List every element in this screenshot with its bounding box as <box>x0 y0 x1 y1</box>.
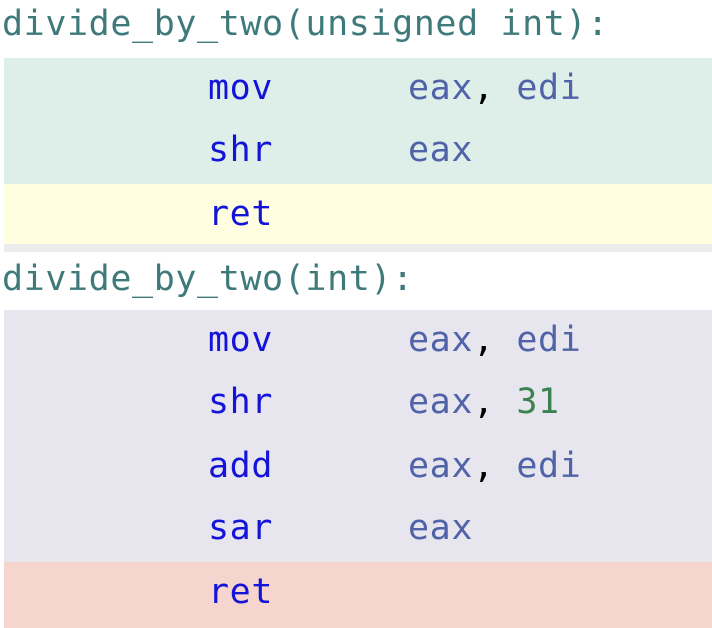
instruction-line: shr eax, 31 <box>4 372 712 434</box>
instruction-line: add eax, edi <box>4 436 712 498</box>
operands: eax <box>408 511 473 546</box>
instruction-line: ret <box>4 562 712 624</box>
instruction-line: mov eax, edi <box>4 310 712 372</box>
operand-register: eax <box>408 446 474 486</box>
operands: eax, edi <box>408 449 581 484</box>
function-label-signed: divide_by_two(int): <box>2 259 414 299</box>
operand-register: edi <box>516 446 582 486</box>
mnemonic: add <box>208 446 274 486</box>
operands: eax <box>408 133 473 168</box>
operand-register: edi <box>516 320 582 360</box>
mnemonic: sar <box>208 508 274 548</box>
operands: eax, 31 <box>408 385 560 420</box>
operand-register: eax <box>408 130 474 170</box>
function-label-unsigned: divide_by_two(unsigned int): <box>2 4 609 44</box>
operand-separator: , <box>473 382 495 422</box>
mnemonic: mov <box>208 68 274 108</box>
operand-separator: , <box>473 68 495 108</box>
operand-register: eax <box>408 68 474 108</box>
operand-register: eax <box>408 382 474 422</box>
mnemonic: ret <box>208 194 274 234</box>
instruction-line: mov eax, edi <box>4 58 712 120</box>
mnemonic: ret <box>208 572 274 612</box>
operand-immediate: 31 <box>516 382 560 422</box>
instruction-line: ret <box>4 184 712 246</box>
operands: eax, edi <box>408 71 581 106</box>
operand-separator: , <box>473 320 495 360</box>
operands: eax, edi <box>408 323 581 358</box>
instruction-line: sar eax <box>4 498 712 560</box>
mnemonic: shr <box>208 382 274 422</box>
mnemonic: mov <box>208 320 274 360</box>
operand-register: eax <box>408 320 474 360</box>
assembly-listing: divide_by_two(unsigned int): mov eax, ed… <box>0 0 712 628</box>
operand-register: eax <box>408 508 474 548</box>
operand-register: edi <box>516 68 582 108</box>
operand-separator: , <box>473 446 495 486</box>
instruction-line: shr eax <box>4 120 712 182</box>
mnemonic: shr <box>208 130 274 170</box>
